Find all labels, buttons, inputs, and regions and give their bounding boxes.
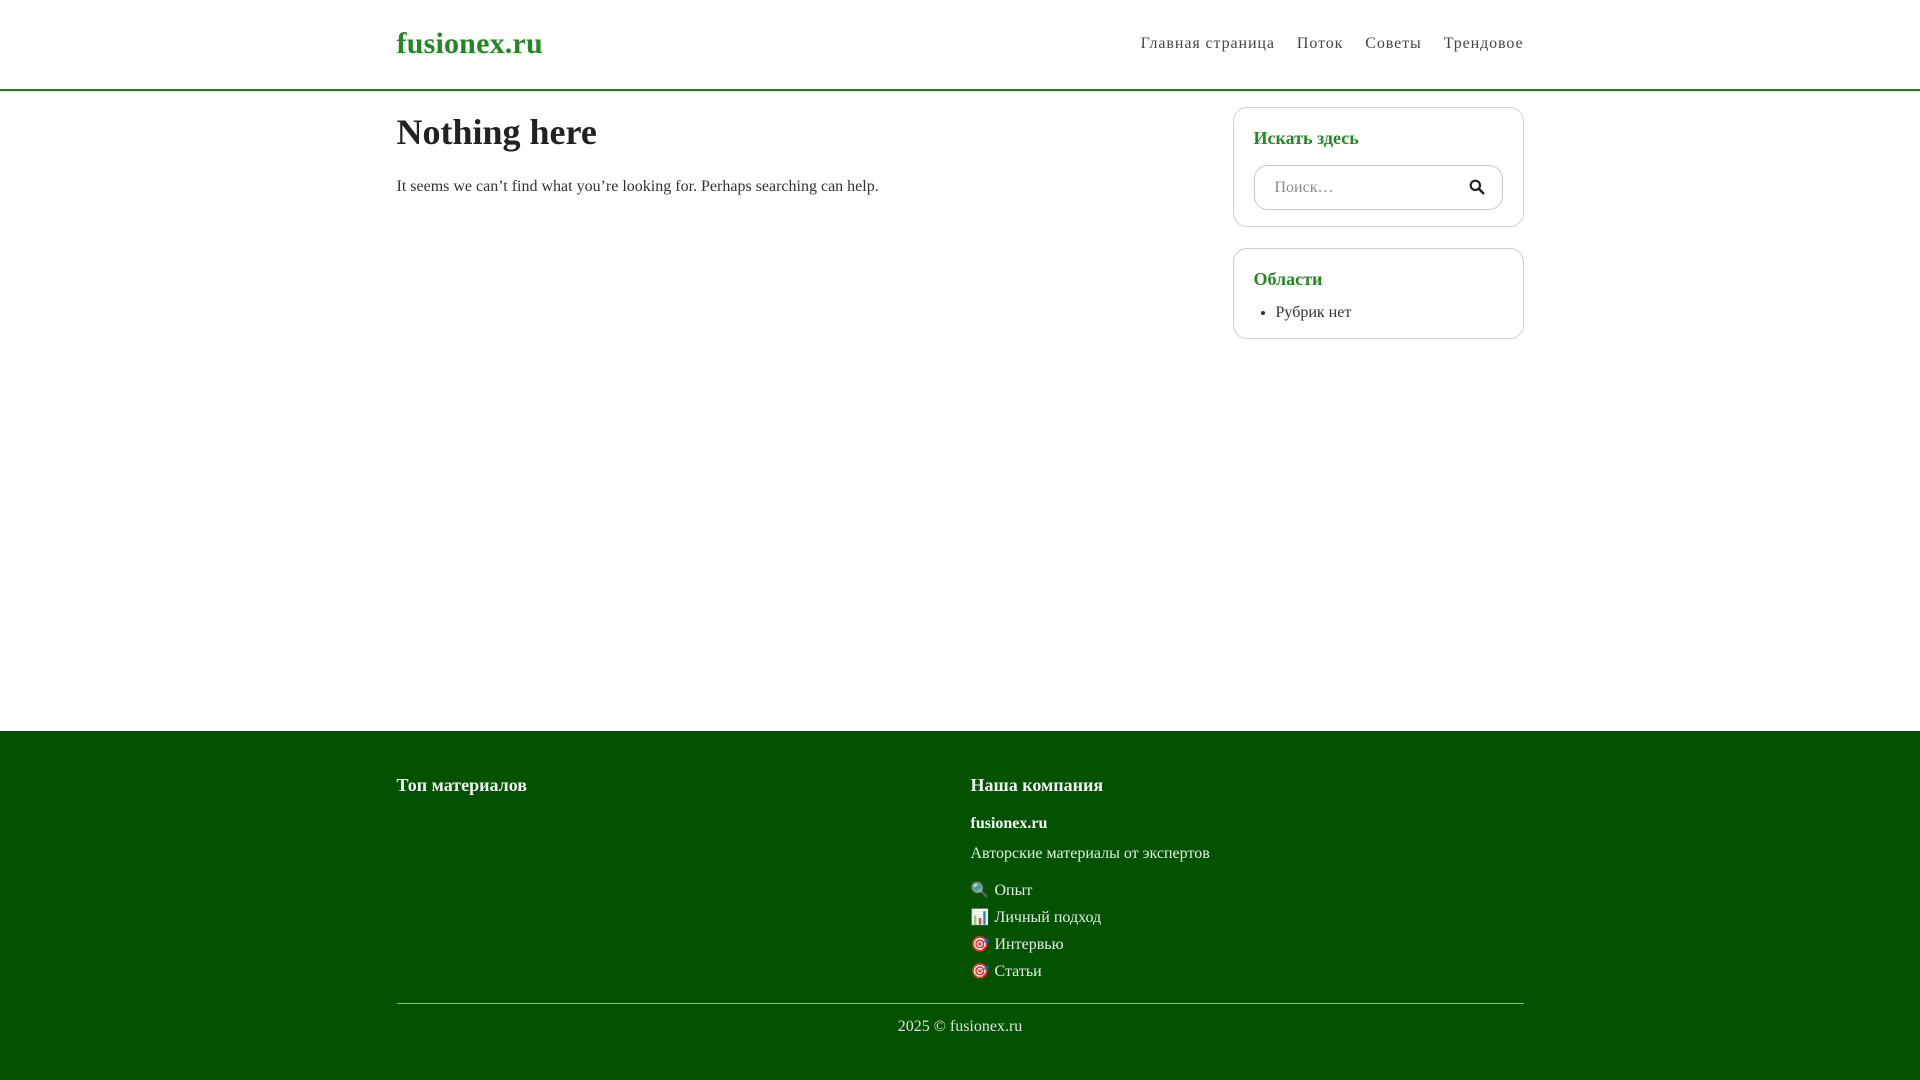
search-icon <box>1469 179 1484 195</box>
site-footer: Топ материалов Наша компания fusionex.ru… <box>0 731 1920 1080</box>
categories-widget: Области Рубрик нет <box>1232 248 1524 339</box>
search-button[interactable] <box>1466 177 1488 199</box>
footer-link-interview[interactable]: 🎯 Интервью <box>971 931 1524 958</box>
footer-link-label: Интервью <box>994 936 1064 953</box>
footer-link-label: Личный подход <box>994 909 1102 926</box>
content-area: Nothing here It seems we can’t find what… <box>0 91 1920 731</box>
footer-links: 🔍 Опыт 📊 Личный подход 🎯 Интервью 🎯 Стат… <box>971 877 1524 985</box>
magnifier-icon: 🔍 <box>970 881 990 899</box>
nav-item-home[interactable]: Главная страница <box>1141 35 1275 53</box>
footer-link-articles[interactable]: 🎯 Статьи <box>971 958 1524 985</box>
search-widget-title: Искать здесь <box>1253 128 1359 148</box>
footer-link-personal[interactable]: 📊 Личный подход <box>971 904 1524 931</box>
nav-item-trending[interactable]: Трендовое <box>1444 35 1524 53</box>
nav-item-stream[interactable]: Поток <box>1297 35 1343 53</box>
page-title: Nothing here <box>396 112 597 152</box>
categories-list: Рубрик нет <box>1254 304 1503 322</box>
copyright: 2025 © fusionex.ru <box>897 1018 1023 1035</box>
nav-item-tips[interactable]: Советы <box>1365 35 1421 53</box>
sidebar: Искать здесь Области Рубрик нет <box>1232 91 1524 360</box>
search-input[interactable] <box>1254 178 1455 197</box>
target-icon: 🎯 <box>970 935 990 953</box>
page-message: It seems we can’t find what you’re looki… <box>396 178 879 196</box>
categories-widget-title: Области <box>1253 269 1323 289</box>
chart-icon: 📊 <box>970 908 990 926</box>
site-header: fusionex.ru Главная страница Поток Совет… <box>0 0 1920 91</box>
site-title-link[interactable]: fusionex.ru <box>397 27 543 61</box>
footer-company: Наша компания fusionex.ru Авторские мате… <box>971 775 1524 1003</box>
search-form <box>1253 165 1503 210</box>
footer-link-label: Опыт <box>994 882 1033 899</box>
footer-link-label: Статьи <box>994 963 1042 980</box>
footer-tagline: Авторские материалы от экспертов <box>970 845 1210 862</box>
footer-brand: fusionex.ru <box>970 815 1048 832</box>
target-icon: 🎯 <box>970 962 990 980</box>
main-content: Nothing here It seems we can’t find what… <box>397 91 1197 360</box>
footer-link-experience[interactable]: 🔍 Опыт <box>971 877 1524 904</box>
footer-top-title: Топ материалов <box>396 775 527 795</box>
footer-top-materials: Топ материалов <box>397 775 971 1003</box>
footer-company-title: Наша компания <box>970 775 1104 795</box>
search-widget: Искать здесь <box>1232 107 1524 227</box>
list-item: Рубрик нет <box>1276 304 1503 322</box>
main-nav: Главная страница Поток Советы Трендовое <box>1141 35 1524 53</box>
